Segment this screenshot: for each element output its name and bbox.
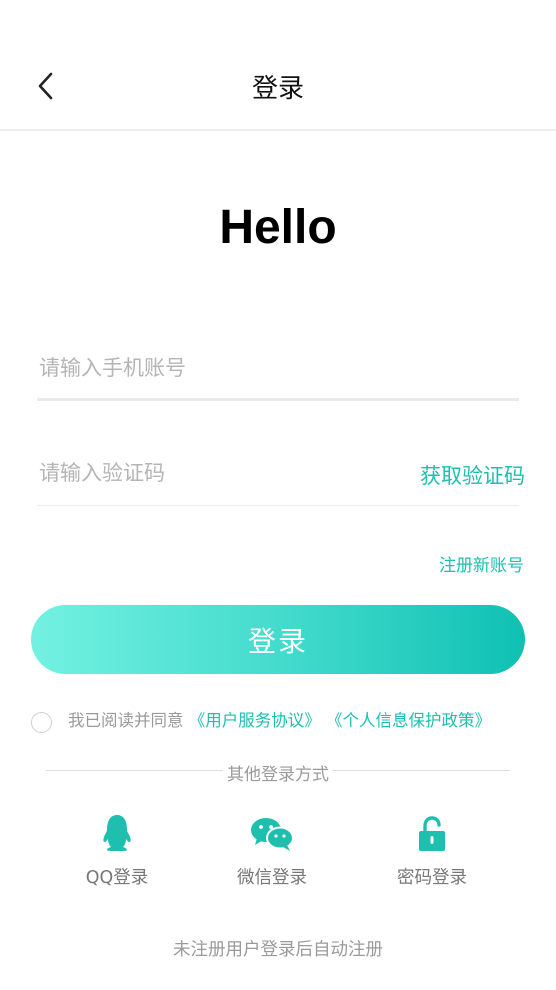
other-login-title-text: 其他登录方式 (223, 765, 333, 785)
register-link[interactable]: 注册新账号 (439, 551, 524, 576)
agreement-text: 我已阅读并同意 《用户服务协议》 《个人信息保护政策》 (31, 710, 521, 732)
agreement-row: 我已阅读并同意 《用户服务协议》 《个人信息保护政策》 (31, 710, 521, 733)
phone-field (37, 337, 519, 401)
auto-register-note: 未注册用户登录后自动注册 (173, 940, 383, 960)
password-login-label: 密码登录 (397, 868, 467, 888)
wechat-login-label: 微信登录 (237, 868, 307, 888)
get-code-button[interactable]: 获取验证码 (420, 460, 525, 490)
verification-code-input[interactable] (39, 442, 379, 504)
hello-heading: Hello (219, 201, 337, 254)
agreement-checkbox[interactable] (31, 712, 52, 733)
code-field: 获取验证码 (37, 442, 525, 506)
qq-login-label: QQ登录 (85, 868, 149, 888)
qq-login-option[interactable]: QQ登录 (57, 810, 177, 889)
other-login-title: 其他登录方式 (0, 760, 556, 785)
page-title: 登录 (251, 74, 304, 104)
phone-input[interactable] (39, 337, 379, 399)
qq-penguin-icon (103, 815, 131, 851)
privacy-policy-link[interactable]: 《个人信息保护政策》 (326, 711, 491, 730)
agreement-prefix: 我已阅读并同意 (68, 711, 184, 730)
user-agreement-link[interactable]: 《用户服务协议》 (189, 711, 321, 730)
lock-icon (419, 816, 445, 851)
login-button[interactable]: 登录 (31, 605, 525, 674)
header-bar: 登录 (0, 0, 556, 131)
wechat-login-option[interactable]: 微信登录 (212, 810, 332, 889)
password-login-option[interactable]: 密码登录 (372, 810, 492, 889)
wechat-icon (251, 818, 294, 851)
